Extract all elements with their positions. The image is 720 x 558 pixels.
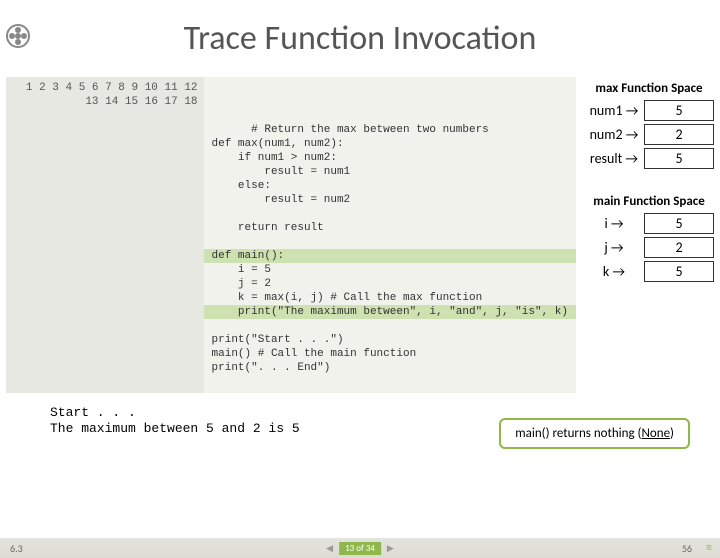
logo-icon	[6, 24, 30, 48]
var-row: num2 →2	[584, 124, 714, 145]
variable-panels: max Function Space num1 →5 num2 →2 resul…	[584, 77, 714, 393]
page-title: Trace Function Invocation	[0, 18, 720, 59]
max-space-title: max Function Space	[584, 81, 714, 96]
var-row: j →2	[584, 237, 714, 258]
footer-bar: 6.3 ◀ 13 of 34 ▶ 56 ≡	[0, 538, 720, 558]
prev-icon[interactable]: ◀	[326, 543, 333, 554]
var-row: result →5	[584, 148, 714, 169]
slide-nav: ◀ 13 of 34 ▶	[326, 542, 394, 555]
code-block: 1 2 3 4 5 6 7 8 9 10 11 12 13 14 15 16 1…	[6, 77, 576, 393]
var-row: i →5	[584, 213, 714, 234]
callout-box: main() returns nothing (None)	[499, 418, 690, 449]
main-space-title: main Function Space	[584, 194, 714, 209]
menu-icon[interactable]: ≡	[706, 541, 712, 555]
var-row: k →5	[584, 261, 714, 282]
page-indicator: 13 of 34	[339, 542, 381, 555]
section-number: 6.3	[10, 542, 23, 555]
line-numbers: 1 2 3 4 5 6 7 8 9 10 11 12 13 14 15 16 1…	[6, 77, 204, 393]
code-text: # Return the max between two numbers def…	[204, 77, 576, 393]
var-row: num1 →5	[584, 100, 714, 121]
next-icon[interactable]: ▶	[387, 543, 394, 554]
content: 1 2 3 4 5 6 7 8 9 10 11 12 13 14 15 16 1…	[0, 77, 720, 393]
page-number: 56	[682, 542, 692, 555]
